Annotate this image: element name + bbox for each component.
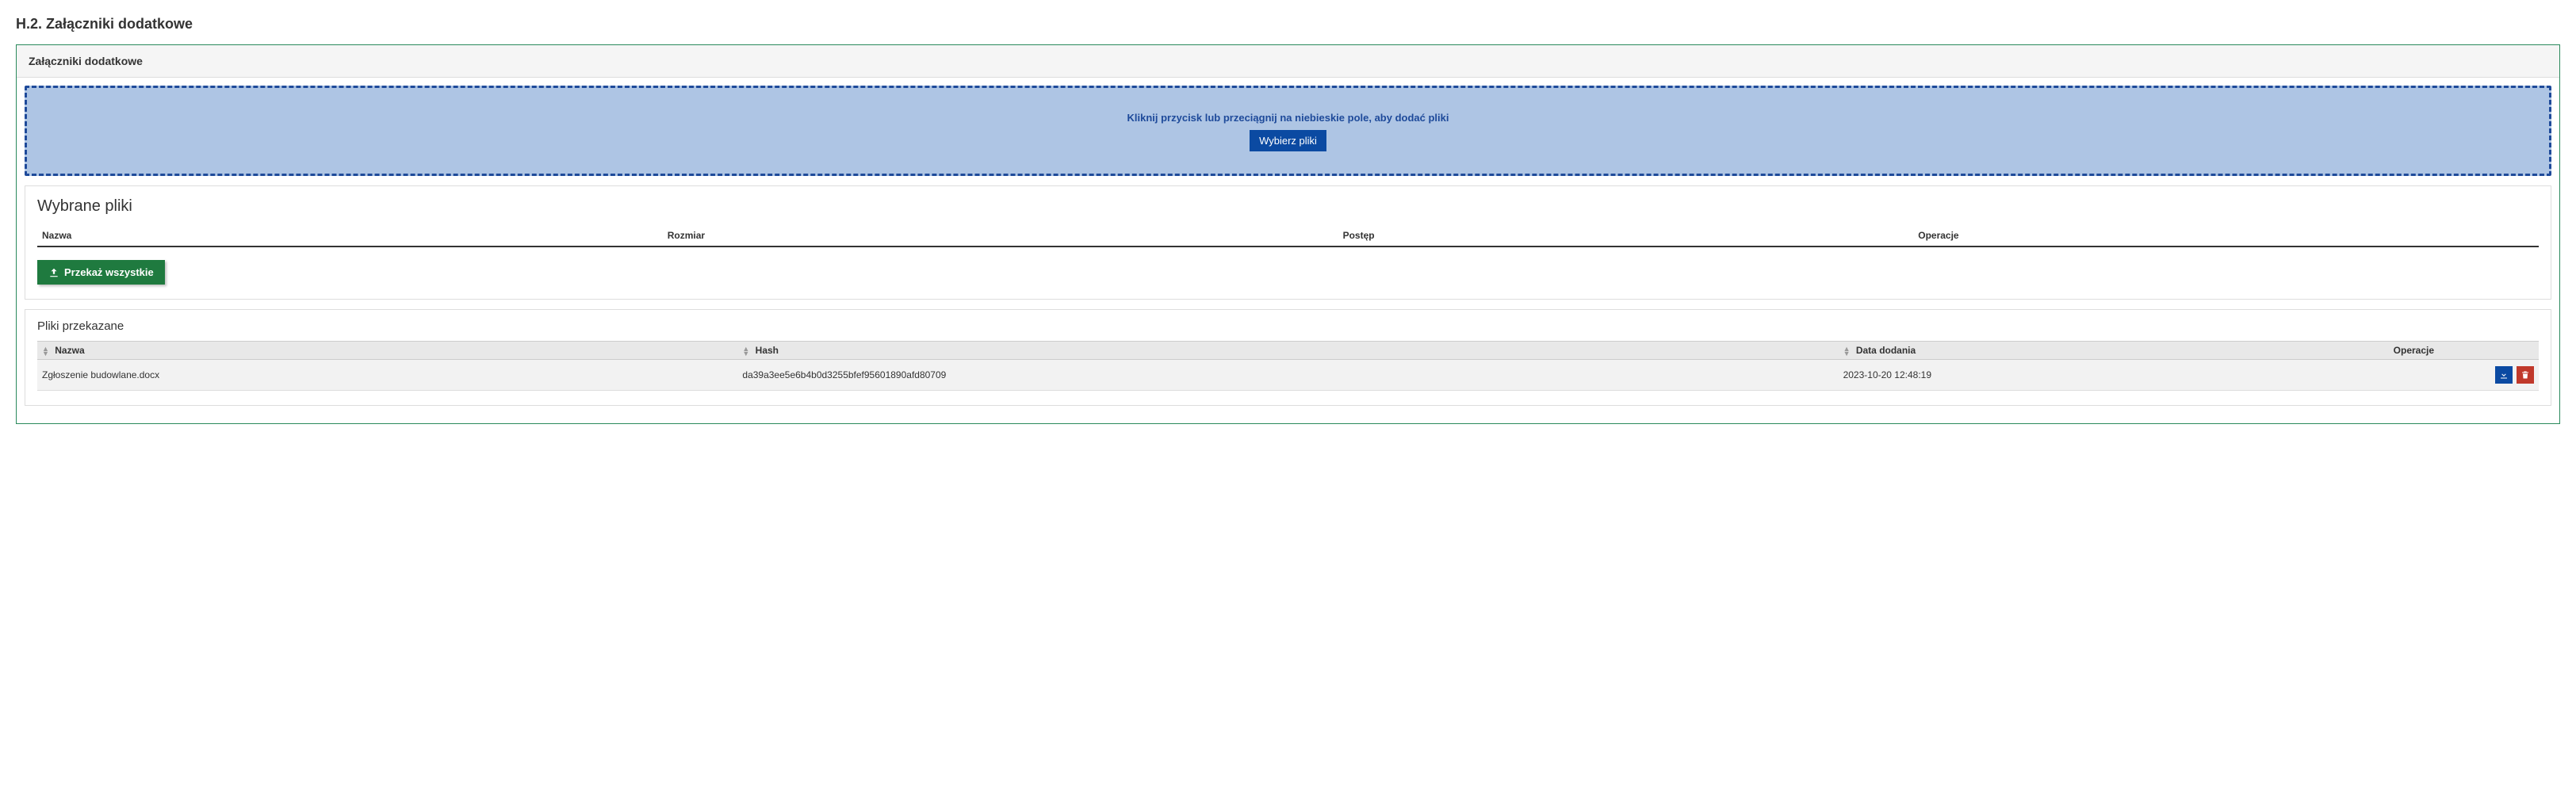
- col-hash[interactable]: ▲▼ Hash: [737, 342, 1838, 360]
- selected-files-card: Wybrane pliki Nazwa Rozmiar Postęp Opera…: [25, 185, 2551, 300]
- file-dropzone[interactable]: Kliknij przycisk lub przeciągnij na nieb…: [25, 86, 2551, 176]
- section-title: H.2. Załączniki dodatkowe: [16, 16, 2560, 32]
- transferred-files-title: Pliki przekazane: [37, 319, 2539, 333]
- col-date[interactable]: ▲▼ Data dodania: [1839, 342, 2389, 360]
- selected-files-title: Wybrane pliki: [37, 197, 2539, 216]
- upload-icon: [48, 267, 59, 278]
- delete-button[interactable]: [2517, 366, 2534, 384]
- cell-hash: da39a3ee5e6b4b0d3255bfef95601890afd80709: [737, 360, 1838, 391]
- panel-header: Załączniki dodatkowe: [17, 45, 2559, 78]
- sort-icon: ▲▼: [1843, 346, 1851, 356]
- attachments-panel: Załączniki dodatkowe Kliknij przycisk lu…: [16, 44, 2560, 424]
- transferred-files-card: Pliki przekazane ▲▼ Nazwa ▲▼ Hash ▲▼: [25, 309, 2551, 406]
- dropzone-hint: Kliknij przycisk lub przeciągnij na nieb…: [35, 112, 2541, 124]
- col-ops: Operacje: [1913, 227, 2539, 247]
- sort-icon: ▲▼: [742, 346, 749, 356]
- col-name-label: Nazwa: [55, 345, 84, 356]
- table-row: Zgłoszenie budowlane.docx da39a3ee5e6b4b…: [37, 360, 2539, 391]
- col-date-label: Data dodania: [1856, 345, 1916, 356]
- transferred-files-table: ▲▼ Nazwa ▲▼ Hash ▲▼ Data dodania Operacj…: [37, 341, 2539, 391]
- cell-name: Zgłoszenie budowlane.docx: [37, 360, 737, 391]
- trash-icon: [2520, 370, 2530, 380]
- download-button[interactable]: [2495, 366, 2513, 384]
- col-name: Nazwa: [37, 227, 663, 247]
- choose-files-button[interactable]: Wybierz pliki: [1250, 130, 1326, 151]
- upload-all-label: Przekaż wszystkie: [64, 266, 154, 278]
- col-size: Rozmiar: [663, 227, 1338, 247]
- cell-date: 2023-10-20 12:48:19: [1839, 360, 2389, 391]
- col-ops: Operacje: [2389, 342, 2539, 360]
- sort-icon: ▲▼: [42, 346, 49, 356]
- selected-files-table: Nazwa Rozmiar Postęp Operacje: [37, 227, 2539, 247]
- upload-all-button[interactable]: Przekaż wszystkie: [37, 260, 165, 285]
- download-icon: [2499, 370, 2509, 380]
- col-name[interactable]: ▲▼ Nazwa: [37, 342, 737, 360]
- col-progress: Postęp: [1338, 227, 1914, 247]
- col-hash-label: Hash: [756, 345, 779, 356]
